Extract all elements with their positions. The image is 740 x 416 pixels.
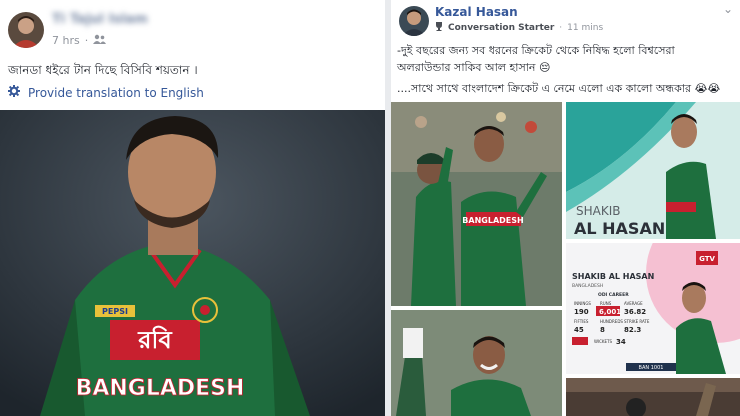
- jersey-sponsor: রবি: [137, 325, 173, 354]
- jersey-country: BANGLADESH: [76, 376, 245, 401]
- conversation-badge: Conversation Starter: [448, 23, 555, 33]
- author-avatar[interactable]: [399, 6, 429, 36]
- author-avatar[interactable]: [8, 12, 44, 48]
- right-post: Kazal Hasan Conversation Starter · 11 mi…: [391, 0, 740, 416]
- tile-title-first: SHAKIB: [576, 204, 621, 218]
- card-v1: 190: [574, 308, 589, 316]
- post-meta: 7 hrs ·: [52, 34, 107, 47]
- card-h1: INNINGS: [574, 301, 591, 306]
- card-wickets-label: WICKETS: [594, 339, 613, 344]
- card-h4: FIFTIES: [574, 319, 589, 324]
- card-v2: 6,001: [599, 308, 621, 316]
- post-meta: Conversation Starter · 11 mins: [435, 22, 603, 34]
- photo-tile-smile[interactable]: [391, 310, 562, 416]
- brand-badge: PEPSI: [102, 307, 128, 316]
- chevron-down-icon[interactable]: ⌄: [723, 2, 733, 16]
- card-score: BAN 1001: [639, 365, 664, 371]
- jersey-text: BANGLADESH: [462, 216, 523, 225]
- post-text: জানডা ধইরে টান দিছে বিসিবি শয়তান ।: [8, 63, 198, 77]
- post-time[interactable]: 11 mins: [567, 23, 603, 33]
- card-section: ODI CAREER: [598, 292, 629, 298]
- photo-tile-extra[interactable]: [566, 378, 740, 416]
- card-h6: STRIKE RATE: [624, 319, 650, 324]
- left-post: Ti Tajul Islam 7 hrs · জানডা ধইরে টান দি…: [0, 0, 385, 416]
- author-name[interactable]: Ti Tajul Islam: [52, 12, 148, 27]
- trophy-icon: [435, 22, 443, 34]
- tile-title-last: AL HASAN: [574, 219, 665, 238]
- translate-link[interactable]: Provide translation to English: [8, 85, 204, 100]
- channel-logo: GTV: [699, 255, 715, 263]
- card-h2: RUNS: [600, 301, 612, 306]
- card-country: BANGLADESH: [572, 283, 603, 289]
- card-h5: HUNDREDS: [600, 319, 623, 324]
- card-v6: 82.3: [624, 326, 641, 334]
- photo-tile-name[interactable]: SHAKIB AL HASAN: [566, 102, 740, 239]
- post-time[interactable]: 7 hrs: [52, 34, 80, 47]
- card-v3: 36.82: [624, 308, 646, 316]
- card-v4: 45: [574, 326, 584, 334]
- translate-label: Provide translation to English: [28, 85, 204, 100]
- friends-icon[interactable]: [93, 34, 107, 47]
- card-h3: AVERAGE: [624, 301, 643, 306]
- photo-tile-celebration[interactable]: BANGLADESH: [391, 102, 562, 306]
- post-line-1: -দুই বছরের জন্য সব ধরনের ক্রিকেট থেকে নি…: [397, 44, 675, 74]
- author-name[interactable]: Kazal Hasan: [435, 5, 518, 19]
- post-photo[interactable]: রবি BANGLADESH PEPSI: [0, 110, 385, 416]
- card-wickets: 34: [616, 338, 626, 346]
- card-name: SHAKIB AL HASAN: [572, 272, 654, 281]
- photo-tile-stats[interactable]: GTV SHAKIB AL HASAN BANGLADESH ODI CAREE…: [566, 243, 740, 374]
- gear-icon: [8, 85, 20, 100]
- post-line-2: ....সাথে সাথে বাংলাদেশ ক্রিকেট এ নেমে এল…: [397, 82, 721, 95]
- card-v5: 8: [600, 326, 605, 334]
